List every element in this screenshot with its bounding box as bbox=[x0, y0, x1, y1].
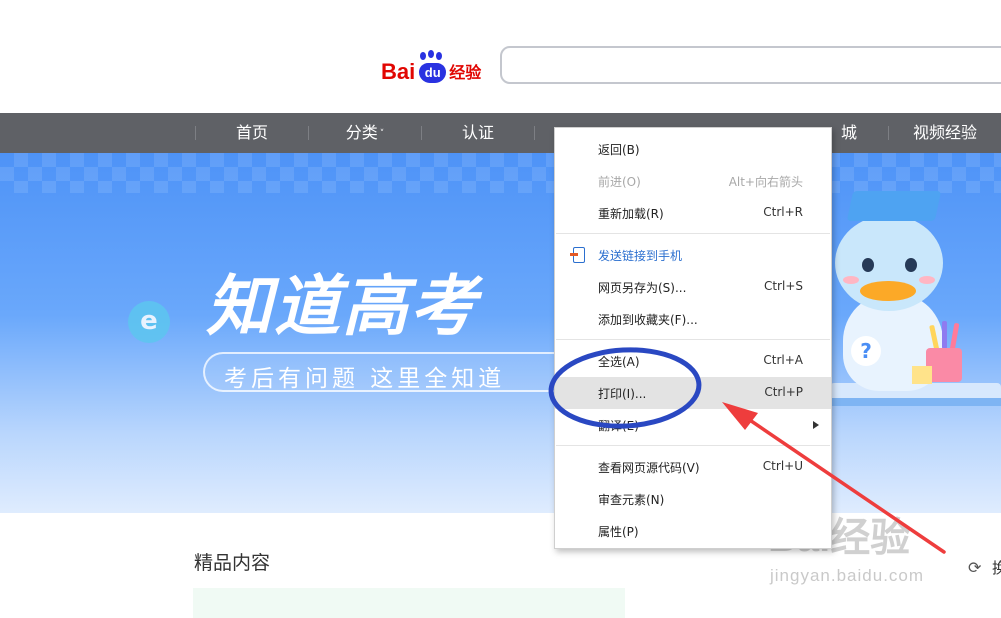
menu-item-shortcut: Ctrl+A bbox=[763, 353, 803, 367]
refresh-icon[interactable]: ⟳ bbox=[968, 558, 981, 577]
logo-bai-text: Bai bbox=[381, 59, 416, 84]
search-input[interactable] bbox=[500, 46, 1001, 84]
banner-title: 知道高考 bbox=[206, 268, 478, 345]
watermark-url: jingyan.baidu.com bbox=[770, 566, 925, 585]
desk-edge bbox=[820, 398, 1001, 406]
question-mark-icon: ? bbox=[851, 336, 881, 366]
menu-item-shortcut: Alt+向右箭头 bbox=[728, 175, 803, 189]
nav-item-label: 分类 bbox=[345, 123, 378, 142]
nav-item-label: 视频经验 bbox=[912, 123, 977, 142]
menu-item-shortcut: Ctrl+S bbox=[763, 279, 803, 293]
menu-item-inspect[interactable]: 审查元素(N) bbox=[555, 483, 831, 515]
gaokao-banner[interactable]: e 知道高考 考后有问题 这里全知道 ? bbox=[0, 153, 1001, 513]
menu-item-shortcut: Ctrl+P bbox=[764, 385, 803, 399]
nav-item-home[interactable]: 首页 bbox=[196, 113, 308, 153]
pencil-icon bbox=[949, 322, 960, 352]
menu-item-select-all[interactable]: 全选(A) Ctrl+A bbox=[555, 345, 831, 377]
baidu-jingyan-logo[interactable]: Bai du 经验 bbox=[381, 50, 481, 84]
menu-item-label: 添加到收藏夹(F)... bbox=[598, 313, 698, 327]
menu-item-shortcut: Ctrl+U bbox=[762, 459, 803, 473]
nav-item-label: 认证 bbox=[461, 123, 494, 142]
menu-item-shortcut: Ctrl+R bbox=[763, 205, 803, 219]
nav-item-video[interactable]: 视频经验 bbox=[889, 113, 1001, 153]
chevron-down-icon: ˅ bbox=[379, 129, 385, 139]
banner-subtitle: 考后有问题 这里全知道 bbox=[224, 366, 506, 392]
menu-item-label: 重新加载(R) bbox=[598, 207, 664, 221]
nav-item-label: 首页 bbox=[235, 123, 268, 142]
menu-item-label: 前进(O) bbox=[598, 175, 641, 189]
menu-separator bbox=[556, 233, 830, 234]
menu-item-label: 全选(A) bbox=[598, 355, 640, 369]
mascot-blush bbox=[843, 276, 859, 284]
pencil-icon bbox=[942, 321, 947, 349]
mascot-eye bbox=[905, 258, 917, 272]
menu-item-view-source[interactable]: 查看网页源代码(V) Ctrl+U bbox=[555, 451, 831, 483]
refresh-label[interactable]: 换 bbox=[992, 557, 1001, 578]
menu-item-label: 翻译(E) bbox=[598, 419, 639, 433]
section-title: 精品内容 bbox=[194, 552, 271, 574]
nav-item-label: 城 bbox=[840, 123, 857, 142]
menu-item-label: 审查元素(N) bbox=[598, 493, 665, 507]
banner-pattern bbox=[0, 153, 1001, 193]
main-nav: 首页 分类 ˅ 认证 城 视频经验 bbox=[0, 113, 1001, 153]
menu-item-label: 打印(I)... bbox=[598, 387, 647, 401]
menu-item-reload[interactable]: 重新加载(R) Ctrl+R bbox=[555, 197, 831, 229]
menu-item-label: 查看网页源代码(V) bbox=[598, 461, 700, 475]
menu-separator bbox=[556, 445, 830, 446]
cube-icon bbox=[912, 366, 932, 384]
menu-item-add-favorite[interactable]: 添加到收藏夹(F)... bbox=[555, 303, 831, 335]
menu-item-forward: 前进(O) Alt+向右箭头 bbox=[555, 165, 831, 197]
menu-item-label: 发送链接到手机 bbox=[598, 249, 683, 263]
menu-item-send-to-phone[interactable]: 发送链接到手机 bbox=[555, 239, 831, 271]
menu-item-save-as[interactable]: 网页另存为(S)... Ctrl+S bbox=[555, 271, 831, 303]
logo-du-text: du bbox=[419, 63, 447, 83]
menu-item-translate[interactable]: 翻译(E) bbox=[555, 409, 831, 441]
mascot-eye bbox=[862, 258, 874, 272]
banner-badge-icon: e bbox=[128, 301, 170, 343]
phone-icon bbox=[570, 247, 585, 263]
mascot-beak bbox=[860, 281, 916, 301]
nav-item-certification[interactable]: 认证 bbox=[422, 113, 534, 153]
content-card[interactable] bbox=[193, 588, 625, 618]
graduation-cap-icon bbox=[846, 191, 942, 221]
menu-item-label: 属性(P) bbox=[598, 525, 639, 539]
mascot-blush bbox=[919, 276, 935, 284]
menu-item-label: 返回(B) bbox=[598, 143, 640, 157]
menu-item-label: 网页另存为(S)... bbox=[598, 281, 687, 295]
menu-item-properties[interactable]: 属性(P) bbox=[555, 515, 831, 547]
context-menu: 返回(B) 前进(O) Alt+向右箭头 重新加载(R) Ctrl+R 发送链接… bbox=[554, 127, 832, 549]
paw-logo-icon: du bbox=[416, 50, 448, 84]
menu-item-back[interactable]: 返回(B) bbox=[555, 133, 831, 165]
nav-item-category[interactable]: 分类 ˅ bbox=[309, 113, 421, 153]
menu-item-print[interactable]: 打印(I)... Ctrl+P bbox=[555, 377, 831, 409]
menu-separator bbox=[556, 339, 830, 340]
logo-jingyan-text: 经验 bbox=[449, 63, 482, 82]
chevron-right-icon bbox=[813, 421, 819, 429]
